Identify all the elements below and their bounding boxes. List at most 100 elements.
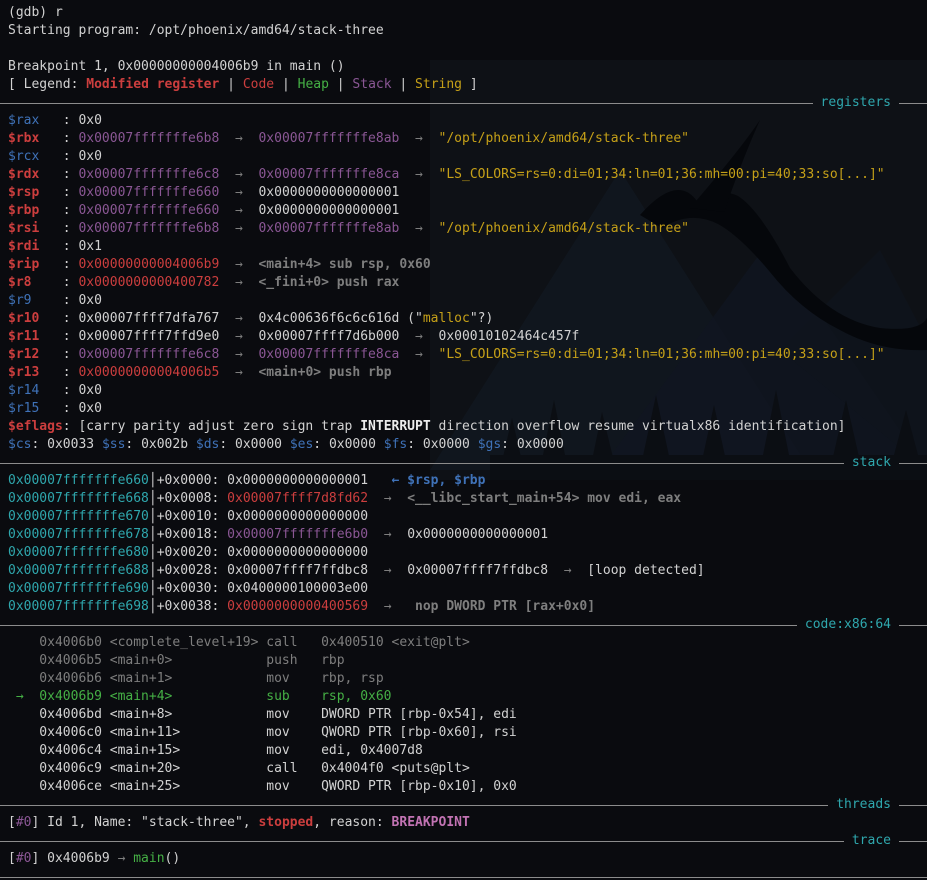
text-segment: : 0x0000 [501,437,564,452]
section-label: registers [813,94,899,112]
text-segment: () [165,851,181,866]
text-segment: 0x4c00636f6c6c616d (" [258,311,422,326]
text-segment: [ [8,815,16,830]
text-segment: │+0x0020: 0x0000000000000000 [149,545,368,560]
text-segment: → [219,257,258,272]
separator-line [0,103,813,104]
stack-row-7: 0x00007fffffffe698│+0x0038: 0x0000000000… [8,598,927,616]
text-segment: stopped [258,815,313,830]
text-segment: → [219,221,258,236]
text-segment: 0x00007ffff7d8fd62 [227,491,368,506]
text-segment: : 0x0000 [313,437,383,452]
text-segment: 0x00007ffff7ffdbc8 [407,563,548,578]
section-separator-registers: registers [0,94,927,112]
code-row-5: 0x4006c0 <main+11> mov QWORD PTR [rbp-0x… [8,724,927,742]
register-r15: $r15 : 0x0 [8,400,927,418]
text-segment: $r9 [8,293,31,308]
text-segment: : [39,203,78,218]
register-rax: $rax : 0x0 [8,112,927,130]
text-segment: "LS_COLORS=rs=0:di=01;34:ln=01;36:mh=00:… [439,167,885,182]
text-segment: 0x00007fffffffe6b0 [227,527,368,542]
section-label: trace [844,832,899,850]
text-segment: → [219,203,258,218]
text-segment: ] 0x4006b9 [31,851,117,866]
text-segment: $cs [8,437,31,452]
thread-status-line: [#0] Id 1, Name: "stack-three", stopped,… [8,814,927,832]
text-segment: 0x00007fffffffe688 [8,563,149,578]
section-separator [0,868,927,880]
text-segment: │+0x0038: [149,599,227,614]
text-segment: → [368,491,407,506]
text-segment: │+0x0000: 0x0000000000000001 [149,473,368,488]
text-segment: : [39,347,78,362]
text-segment: $r13 [8,365,39,380]
text-segment: 0x4006ce <main+25> mov QWORD PTR [rbp-0x… [8,779,517,794]
code-row-4: 0x4006bd <main+8> mov DWORD PTR [rbp-0x5… [8,706,927,724]
text-segment: Heap [298,77,329,92]
text-segment: 0x00000000004006b9 [78,257,219,272]
text-segment: malloc [423,311,470,326]
register-rbp: $rbp : 0x00007fffffffe660 → 0x0000000000… [8,202,927,220]
section-separator-trace: trace [0,832,927,850]
text-segment: $rsi [8,221,39,236]
separator-line [899,805,927,806]
trace-frame-line: [#0] 0x4006b9 → main() [8,850,927,868]
text-segment: 0x00007fffffffe660 [78,203,219,218]
text-segment: 0x0000000000000001 [258,185,399,200]
text-segment: 0x0000000000400782 [78,275,219,290]
text-segment: │+0x0010: 0x0000000000000000 [149,509,368,524]
text-segment: [loop detected] [587,563,704,578]
text-segment: : [39,131,78,146]
text-segment: : [39,365,78,380]
text-segment: │+0x0018: [149,527,227,542]
text-segment: "/opt/phoenix/amd64/stack-three" [439,131,689,146]
text-segment: $rip [8,257,39,272]
text-segment: $rdi [8,239,39,254]
text-segment: → [399,347,438,362]
text-segment: │+0x0028: 0x00007ffff7ffdbc8 [149,563,368,578]
section-label: threads [828,796,899,814]
code-row-6: 0x4006c4 <main+15> mov edi, 0x4007d8 [8,742,927,760]
gdb-terminal-window[interactable]: (gdb) rStarting program: /opt/phoenix/am… [0,0,927,880]
code-row-8: 0x4006ce <main+25> mov QWORD PTR [rbp-0x… [8,778,927,796]
stack-row-0: 0x00007fffffffe660│+0x0000: 0x0000000000… [8,472,927,490]
text-segment: 0x00007fffffffe8ca [258,167,399,182]
text-segment: "/opt/phoenix/amd64/stack-three" [439,221,689,236]
text-segment: "LS_COLORS=rs=0:di=01;34:ln=01;36:mh=00:… [439,347,885,362]
legend-line: [ Legend: Modified register | Code | Hea… [8,76,927,94]
separator-line [0,463,844,464]
text-segment: 0x00007fffffffe678 [8,527,149,542]
text-segment: #0 [16,815,32,830]
code-row-1: 0x4006b5 <main+0> push rbp [8,652,927,670]
stack-row-4: 0x00007fffffffe680│+0x0020: 0x0000000000… [8,544,927,562]
register-rip: $rip : 0x00000000004006b9 → <main+4> sub… [8,256,927,274]
stack-row-1: 0x00007fffffffe668│+0x0008: 0x00007ffff7… [8,490,927,508]
text-segment: → [219,347,258,362]
register-r11: $r11 : 0x00007ffff7ffd9e0 → 0x00007ffff7… [8,328,927,346]
text-segment: 0x0000000000000001 [407,527,548,542]
text-segment: : 0x0000 [407,437,477,452]
text-segment: $ss [102,437,125,452]
text-segment: 0x00007fffffffe690 [8,581,149,596]
text-segment: $r10 [8,311,39,326]
text-segment: → 0x4006b9 <main+4> sub rsp, 0x60 [8,689,392,704]
code-row-2: 0x4006b6 <main+1> mov rbp, rsp [8,670,927,688]
section-separator-threads: threads [0,796,927,814]
text-segment: INTERRUPT [360,419,430,434]
text-segment: → [368,599,407,614]
text-segment: : 0x0 [39,383,102,398]
register-rdi: $rdi : 0x1 [8,238,927,256]
text-segment: $fs [384,437,407,452]
text-segment: 0x00010102464c457f [439,329,580,344]
text-segment: direction overflow resume virtualx86 ide… [431,419,846,434]
text-segment: : 0x00007ffff7ffd9e0 [39,329,219,344]
text-segment: → [399,329,438,344]
text-segment: : 0x0033 [31,437,101,452]
register-rsp: $rsp : 0x00007fffffffe660 → 0x0000000000… [8,184,927,202]
text-segment: 0x00007fffffffe6c8 [78,167,219,182]
text-segment: │+0x0030: 0x0400000100003e00 [149,581,368,596]
text-segment: [ Legend: [8,77,86,92]
text-segment: | [274,77,297,92]
text-segment: | [219,77,242,92]
text-segment: | [392,77,415,92]
